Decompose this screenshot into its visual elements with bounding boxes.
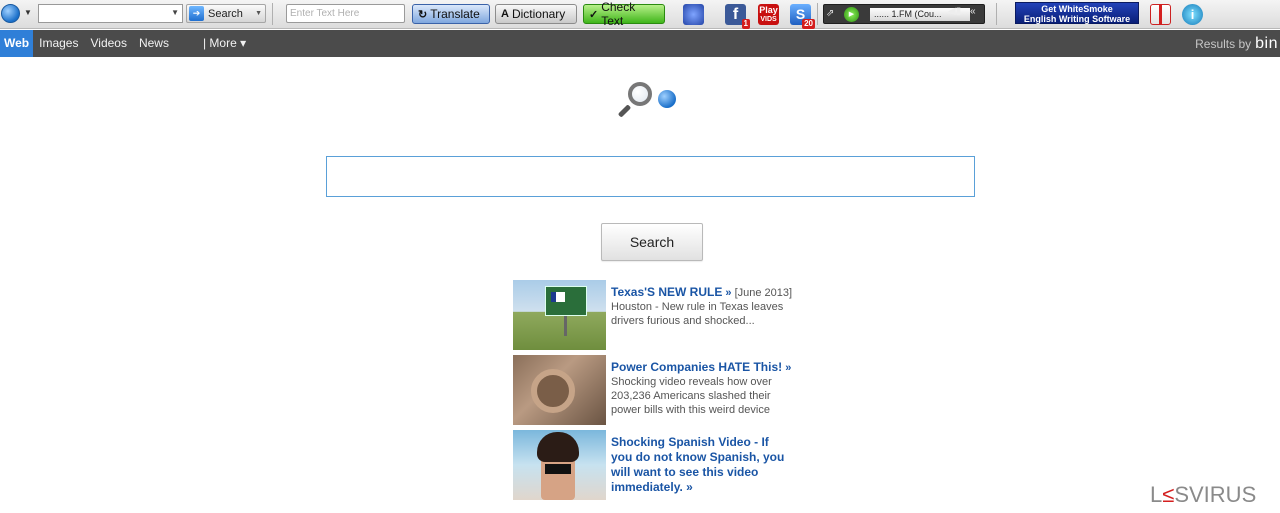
globe-icon	[658, 90, 676, 108]
results-by-label: Results by	[1195, 37, 1252, 51]
magnifier-icon	[628, 82, 652, 106]
facebook-badge: 1	[741, 19, 750, 29]
translate-label: Translate	[430, 7, 480, 21]
ad-title-link[interactable]: Power Companies HATE This!	[611, 360, 782, 374]
ad-text: Shocking Spanish Video - If you do not k…	[611, 435, 793, 495]
translate-input[interactable]: Enter Text Here	[286, 4, 405, 23]
toolbar-search-combo[interactable]: ▼	[38, 4, 183, 23]
play-vids-icon[interactable]: Play VIDS	[758, 4, 779, 25]
texas-flag-image	[551, 292, 565, 302]
chevron-down-icon[interactable]: ▼	[171, 8, 179, 17]
main-search-button[interactable]: Search	[601, 223, 703, 261]
ad-more-link[interactable]: »	[785, 362, 791, 374]
tab-more[interactable]: | More ▾	[197, 30, 252, 57]
skype-icon[interactable]: S 20	[790, 4, 815, 29]
ad-text: Texas'S NEW RULE » [June 2013] Houston -…	[611, 285, 793, 328]
browser-toolbar: ▼ ▼ ➔ Search ▼ Enter Text Here ↻ Transla…	[0, 0, 1280, 29]
chevron-down-icon[interactable]: ▼	[255, 10, 262, 17]
bing-logo: bin	[1255, 35, 1278, 52]
ad-title-link[interactable]: Texas'S NEW RULE	[611, 285, 722, 299]
tab-images[interactable]: Images	[33, 30, 84, 57]
ad-item[interactable]: Power Companies HATE This! » Shocking vi…	[513, 355, 793, 425]
toolbar-search-label: Search	[208, 7, 243, 20]
refresh-icon: ↻	[418, 8, 428, 21]
tab-news[interactable]: News	[133, 30, 175, 57]
play-icon[interactable]: ▶	[844, 7, 859, 22]
swimsuit-shape	[545, 464, 571, 474]
arrow-right-icon: ➔	[189, 6, 204, 21]
ad-title-link[interactable]: Shocking Spanish Video - If you do not k…	[611, 435, 784, 494]
results-by-bing[interactable]: Results by bin	[1195, 30, 1280, 57]
magnifier-handle	[617, 104, 632, 118]
whitesmoke-line1: Get WhiteSmoke	[1041, 4, 1113, 14]
main-search-input[interactable]	[326, 156, 975, 197]
dictionary-button[interactable]: A Dictionary	[495, 4, 577, 24]
watermark-logo: L≤SVIRUS	[1150, 482, 1256, 508]
ad-thumbnail[interactable]	[513, 430, 606, 500]
rewind-icon[interactable]: «	[970, 6, 976, 17]
ad-body: Shocking video reveals how over 203,236 …	[611, 376, 772, 416]
volume-icon[interactable]: ◀▮	[948, 6, 961, 17]
search-logo	[617, 80, 682, 120]
translate-button[interactable]: ↻ Translate	[412, 4, 490, 24]
ad-more-link[interactable]: »	[725, 287, 731, 299]
toolbar-separator	[817, 3, 818, 25]
tab-videos[interactable]: Videos	[84, 30, 132, 57]
watermark-b: SVIRUS	[1174, 482, 1257, 507]
ad-thumbnail[interactable]	[513, 355, 606, 425]
toolbar-separator	[996, 3, 997, 25]
dictionary-icon: A	[501, 8, 509, 20]
game-icon[interactable]	[683, 4, 704, 25]
skype-badge: 20	[802, 19, 815, 29]
radio-minimize-icon[interactable]: ⇗	[826, 8, 834, 19]
info-icon[interactable]: i	[1182, 4, 1203, 25]
facebook-icon[interactable]: f 1	[725, 4, 750, 29]
play-sub-label: VIDS	[760, 16, 777, 23]
globe-logo-icon[interactable]	[1, 4, 20, 23]
checkmark-icon: ✓	[589, 8, 599, 21]
watermark-a: L	[1150, 482, 1163, 507]
tab-web[interactable]: Web	[0, 30, 34, 57]
watermark-red: ≤	[1162, 482, 1175, 507]
play-label: Play	[759, 5, 778, 15]
chevron-down-icon[interactable]: ▼	[24, 8, 32, 17]
facebook-glyph: f	[732, 6, 739, 23]
magnet-device-image	[531, 369, 575, 413]
dictionary-label: Dictionary	[511, 7, 566, 21]
toolbar-search-button[interactable]: ➔ Search ▼	[186, 4, 266, 23]
toolbar-separator	[272, 3, 273, 25]
ad-more-link[interactable]: »	[686, 480, 693, 494]
check-text-label: Check Text	[601, 0, 636, 28]
ad-item[interactable]: Shocking Spanish Video - If you do not k…	[513, 430, 793, 500]
ad-text: Power Companies HATE This! » Shocking vi…	[611, 360, 793, 417]
ad-thumbnail[interactable]	[513, 280, 606, 350]
ad-item[interactable]: Texas'S NEW RULE » [June 2013] Houston -…	[513, 280, 793, 350]
whitesmoke-line2: English Writing Software	[1023, 14, 1131, 24]
check-text-button[interactable]: ✓ Check Text	[583, 0, 665, 28]
whitesmoke-button[interactable]: Get WhiteSmoke English Writing Software	[1015, 2, 1139, 24]
search-nav-bar: Web Images Videos News | More ▾ Results …	[0, 30, 1280, 57]
gift-icon[interactable]	[1150, 4, 1171, 25]
hair-shape	[537, 432, 579, 462]
sign-pole	[564, 316, 567, 336]
